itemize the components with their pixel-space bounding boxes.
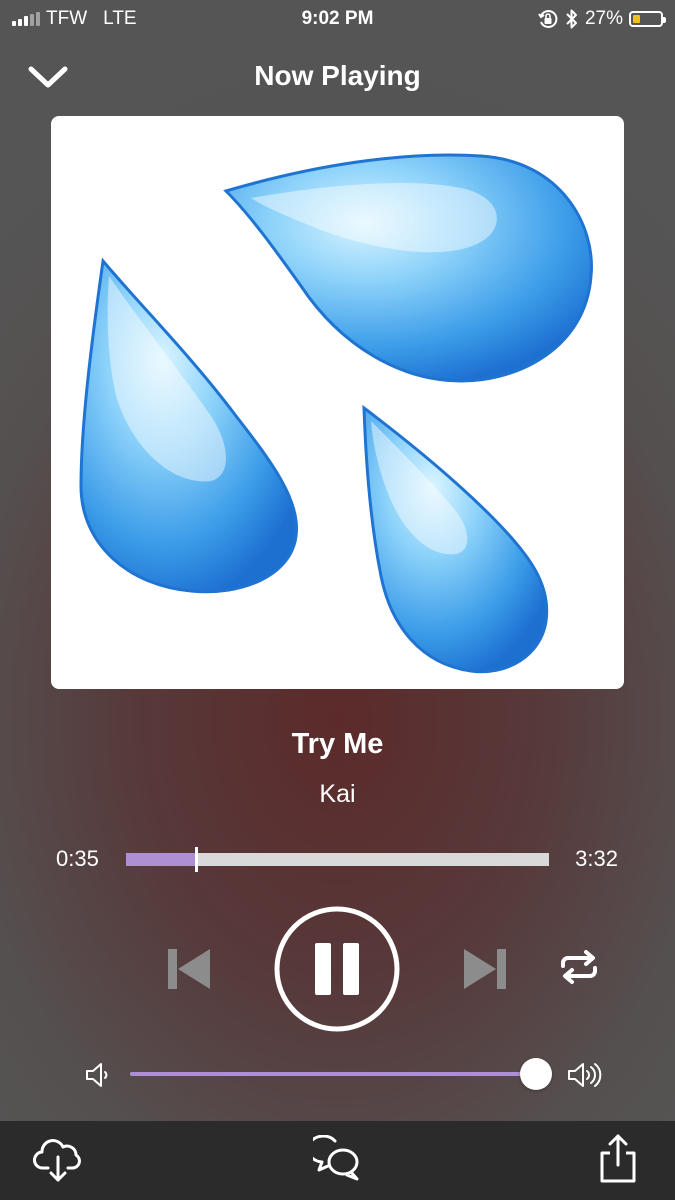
- sweat-droplets-emoji: [79, 153, 593, 674]
- progress-fill: [126, 853, 196, 866]
- bluetooth-icon: [566, 9, 577, 29]
- orientation-lock-icon: [538, 10, 558, 28]
- elapsed-time: 0:35: [56, 846, 99, 871]
- share-icon: [600, 1134, 636, 1183]
- volume-high-icon: [566, 1059, 602, 1091]
- battery-icon: [629, 11, 666, 27]
- album-artwork: [51, 116, 624, 689]
- volume-slider[interactable]: [130, 1058, 552, 1090]
- track-artist[interactable]: Kai: [0, 780, 675, 809]
- battery-fill: [633, 15, 640, 23]
- page-title: Now Playing: [254, 60, 421, 91]
- playback-controls: [0, 903, 675, 1033]
- chevron-down-icon: [28, 66, 68, 88]
- pause-button[interactable]: [274, 906, 400, 1032]
- previous-button[interactable]: [166, 947, 212, 991]
- bottom-toolbar: [0, 1121, 675, 1200]
- repeat-icon: [561, 950, 597, 984]
- battery-percent: 27%: [584, 8, 623, 29]
- collapse-button[interactable]: [26, 60, 70, 92]
- progress-bar[interactable]: [126, 847, 549, 872]
- share-button[interactable]: [596, 1133, 640, 1185]
- chat-button[interactable]: [306, 1134, 363, 1185]
- track-title: Try Me: [291, 728, 384, 760]
- next-button[interactable]: [462, 947, 508, 991]
- header: Now Playing: [0, 52, 675, 102]
- volume-fill: [130, 1072, 536, 1076]
- total-time: 3:32: [575, 846, 618, 871]
- chat-bubbles-icon: [306, 1134, 359, 1181]
- repeat-button[interactable]: [557, 949, 601, 985]
- progress-thumb[interactable]: [195, 847, 198, 872]
- volume-low-icon: [84, 1059, 112, 1091]
- cloud-download-icon: [33, 1139, 81, 1182]
- pause-icon: [274, 906, 400, 1032]
- skip-previous-icon: [168, 949, 210, 989]
- status-right: 27%: [537, 8, 666, 30]
- volume-control: [0, 1055, 675, 1095]
- skip-next-icon: [464, 949, 506, 989]
- status-bar: TFW LTE 9:02 PM 27%: [0, 0, 675, 38]
- volume-thumb[interactable]: [520, 1058, 552, 1090]
- download-button[interactable]: [32, 1135, 84, 1185]
